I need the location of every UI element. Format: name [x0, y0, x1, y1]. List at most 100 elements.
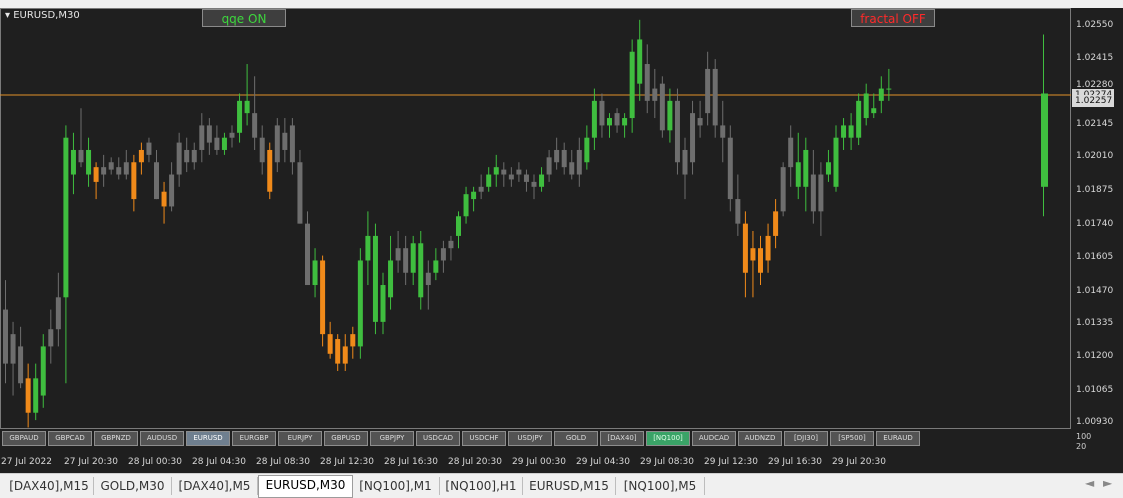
candle [78, 108, 84, 168]
symbol-button-usdchf[interactable]: USDCHF [462, 431, 506, 446]
candle [131, 154, 137, 212]
symbol-button-usdcad[interactable]: USDCAD [416, 431, 460, 446]
candle-body [584, 137, 590, 163]
symbol-button-gold[interactable]: GOLD [554, 431, 598, 446]
candle [86, 137, 92, 187]
symbol-button-gbpnzd[interactable]: GBPNZD [94, 431, 138, 446]
candle [403, 235, 409, 286]
candle-body [501, 169, 507, 175]
candle-body [48, 329, 54, 347]
candle-body [765, 235, 771, 261]
candle-body [410, 243, 416, 273]
candle [40, 334, 46, 408]
candle [320, 255, 326, 347]
candle-body [531, 181, 537, 187]
candle [214, 125, 220, 155]
chart-tab[interactable]: [NQ100],M5 [616, 477, 705, 495]
candle [388, 235, 394, 310]
current-price-tag: 1.02257 [1072, 95, 1114, 108]
symbol-button-eurjpy[interactable]: EURJPY [278, 431, 322, 446]
tab-scroll-right-icon[interactable]: ► [1103, 476, 1112, 490]
chart-tab[interactable]: [NQ100],H1 [440, 477, 523, 495]
candle-body [138, 149, 144, 163]
symbol-button-gbpjpy[interactable]: GBPJPY [370, 431, 414, 446]
candle [433, 248, 439, 281]
price-axis-label: 1.01470 [1076, 286, 1114, 296]
candle-body [342, 346, 348, 364]
price-axis-label: 1.02415 [1076, 53, 1114, 63]
symbol-button-usdjpy[interactable]: USDJPY [508, 431, 552, 446]
chart-tab[interactable]: EURUSD,M15 [523, 477, 616, 495]
candle-body [659, 83, 665, 131]
candle [735, 174, 741, 236]
candle-body [237, 100, 243, 133]
candle-body [267, 149, 273, 192]
symbol-button-sp500[interactable]: [SP500] [830, 431, 874, 446]
symbol-button-eurgbp[interactable]: EURGBP [232, 431, 276, 446]
symbol-button-gbpaud[interactable]: GBPAUD [2, 431, 46, 446]
candle [674, 88, 680, 175]
candle [591, 88, 597, 150]
candle-body [644, 64, 650, 101]
qqe-toggle-button[interactable]: qqe ON [202, 9, 286, 27]
candle [561, 142, 567, 175]
price-axis-label: 1.00930 [1076, 417, 1114, 427]
candle [108, 157, 114, 175]
candle-body [742, 223, 748, 273]
symbol-button-euraud[interactable]: EURAUD [876, 431, 920, 446]
candle-body [667, 100, 673, 131]
time-axis-label: 29 Jul 12:30 [704, 457, 758, 467]
time-axis-label: 28 Jul 08:30 [256, 457, 310, 467]
candle [682, 137, 688, 200]
chart-tab[interactable]: [NQ100],M1 [352, 477, 440, 495]
time-axis-label: 27 Jul 2022 [1, 457, 52, 467]
candle-body [78, 149, 84, 163]
candle-body [712, 68, 718, 126]
candle-body [108, 162, 114, 170]
candle-body [3, 309, 8, 364]
candle-body [229, 132, 235, 138]
candle [48, 309, 54, 364]
candle-body [803, 149, 809, 187]
candle [25, 363, 31, 428]
symbol-button-audnzd[interactable]: AUDNZD [738, 431, 782, 446]
symbol-button-audcad[interactable]: AUDCAD [692, 431, 736, 446]
indicator-axis-label-20: 20 [1076, 442, 1087, 451]
candle-body [788, 137, 794, 168]
candle [765, 223, 771, 273]
candle [554, 137, 560, 170]
qqe-toggle-label: qqe ON [221, 12, 267, 26]
candle-body [682, 149, 688, 175]
symbol-button-eurusd[interactable]: EURUSD [186, 431, 230, 446]
candle [848, 113, 854, 150]
chart-tab[interactable]: [DAX40],M15 [5, 477, 94, 495]
candle-body [720, 125, 726, 138]
chart-window[interactable]: ▾ EURUSD,M30 qqe ON fractal OFF 1.02550 1… [0, 0, 1123, 473]
symbol-button-gbpusd[interactable]: GBPUSD [324, 431, 368, 446]
candle-body [433, 260, 439, 273]
chart-symbol-title: ▾ EURUSD,M30 [5, 10, 80, 21]
candle [289, 118, 295, 175]
symbol-button-gbpcad[interactable]: GBPCAD [48, 431, 92, 446]
candle-body [622, 118, 628, 126]
candle [531, 174, 537, 200]
time-axis-label: 29 Jul 08:30 [640, 457, 694, 467]
symbol-button-nq100[interactable]: [NQ100] [646, 431, 690, 446]
symbol-button-dji30[interactable]: [DJI30] [784, 431, 828, 446]
candle-body [690, 113, 696, 163]
candle [508, 167, 514, 187]
candle-body [735, 199, 741, 224]
tab-scroll-left-icon[interactable]: ◄ [1085, 476, 1094, 490]
chart-tab[interactable]: EURUSD,M30 [258, 475, 353, 498]
fractal-toggle-button[interactable]: fractal OFF [851, 9, 935, 27]
candle-body [169, 174, 175, 207]
chart-tab[interactable]: GOLD,M30 [94, 477, 172, 495]
candle [312, 248, 318, 298]
symbol-button-dax40[interactable]: [DAX40] [600, 431, 644, 446]
candle-body [576, 149, 582, 175]
candle-body [320, 260, 326, 335]
chart-tab[interactable]: [DAX40],M5 [172, 477, 258, 495]
price-axis-label: 1.01335 [1076, 318, 1114, 328]
symbol-button-audusd[interactable]: AUDUSD [140, 431, 184, 446]
candle-body [40, 346, 46, 396]
